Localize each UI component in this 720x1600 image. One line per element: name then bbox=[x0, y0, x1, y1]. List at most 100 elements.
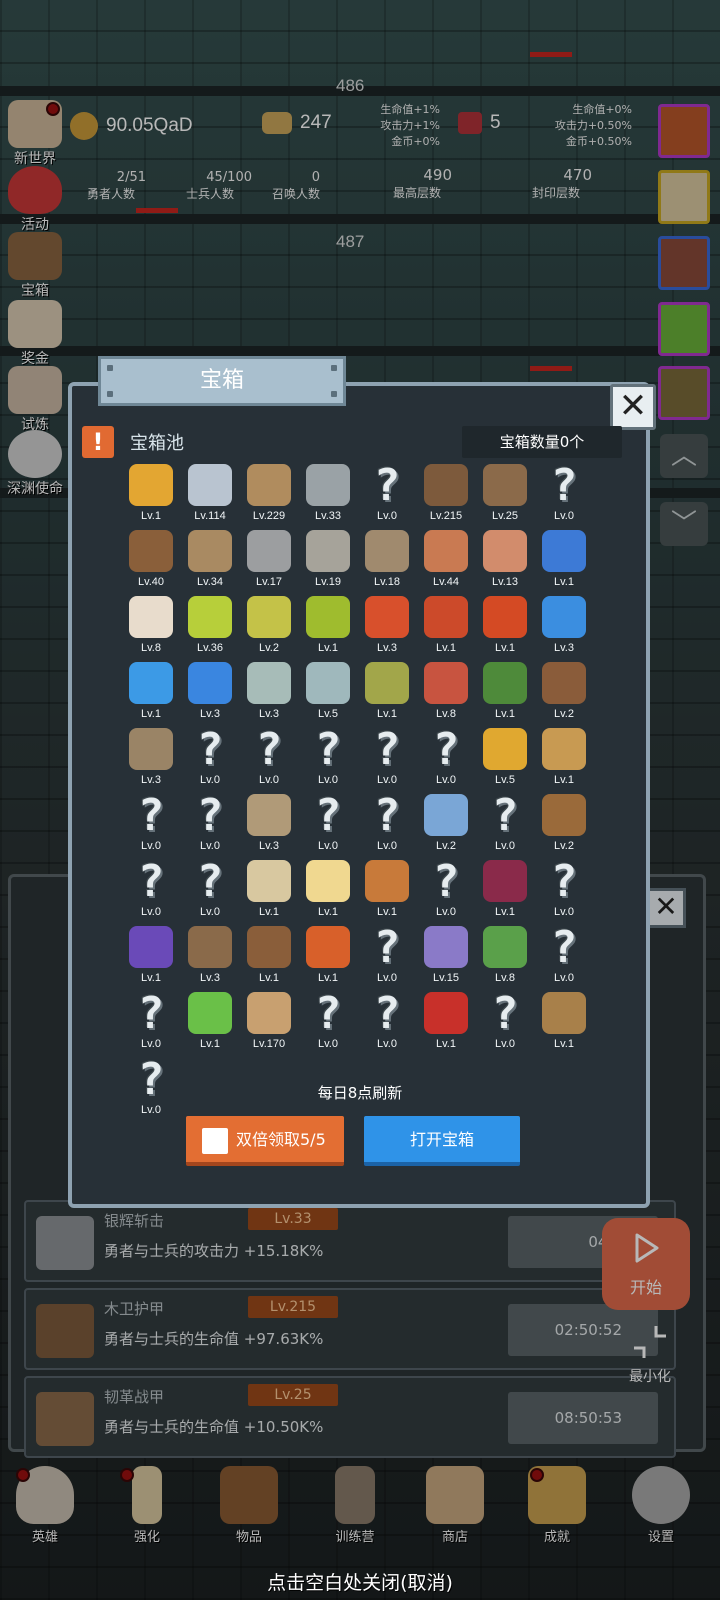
chest-item[interactable]: Lv.1 bbox=[476, 594, 534, 660]
item-level: Lv.3 bbox=[259, 840, 279, 852]
diamond-icon bbox=[188, 464, 232, 506]
chest-item[interactable]: Lv.13 bbox=[476, 528, 534, 594]
unknown-icon: ? bbox=[373, 724, 401, 775]
chest-item[interactable]: Lv.33 bbox=[299, 462, 357, 528]
unknown-icon: ? bbox=[314, 724, 342, 775]
chest-item[interactable]: Lv.8 bbox=[122, 594, 180, 660]
chest-item[interactable]: Lv.1 bbox=[122, 462, 180, 528]
chest-item[interactable]: Lv.1 bbox=[476, 660, 534, 726]
chest-item[interactable]: ? Lv.0 bbox=[299, 790, 357, 858]
club-icon bbox=[247, 860, 291, 902]
chest-item[interactable]: Lv.1 bbox=[417, 594, 475, 660]
chest-item[interactable]: ? Lv.0 bbox=[240, 724, 298, 792]
chest-item[interactable]: Lv.3 bbox=[122, 726, 180, 792]
open-chest-button[interactable]: 打开宝箱 bbox=[364, 1116, 520, 1166]
chest-item[interactable]: Lv.5 bbox=[476, 726, 534, 792]
chest-item[interactable]: Lv.1 bbox=[476, 858, 534, 924]
chest-item[interactable]: Lv.19 bbox=[299, 528, 357, 594]
chest-item[interactable]: ? Lv.0 bbox=[535, 460, 593, 528]
chest-item[interactable]: Lv.8 bbox=[476, 924, 534, 990]
chest-item[interactable]: Lv.1 bbox=[358, 660, 416, 726]
chest-item[interactable]: ? Lv.0 bbox=[122, 790, 180, 858]
potion-icon bbox=[424, 596, 468, 638]
chest-item[interactable]: Lv.3 bbox=[240, 660, 298, 726]
chest-item[interactable]: Lv.2 bbox=[417, 792, 475, 858]
chest-item[interactable]: Lv.1 bbox=[417, 990, 475, 1056]
chest-item[interactable]: Lv.15 bbox=[417, 924, 475, 990]
cube-icon bbox=[129, 926, 173, 968]
unknown-icon: ? bbox=[432, 856, 460, 907]
dialog-close-button[interactable]: ✕ bbox=[610, 384, 656, 430]
item-level: Lv.8 bbox=[436, 708, 456, 720]
chest-item[interactable]: ? Lv.0 bbox=[358, 790, 416, 858]
item-level: Lv.0 bbox=[377, 840, 397, 852]
chest-pool-title: 宝箱池 bbox=[130, 433, 184, 454]
item-level: Lv.1 bbox=[495, 906, 515, 918]
chest-item[interactable]: Lv.1 bbox=[240, 924, 298, 990]
chest-item[interactable]: ? Lv.0 bbox=[358, 988, 416, 1056]
chest-item[interactable]: ? Lv.0 bbox=[181, 724, 239, 792]
chest-item[interactable]: Lv.1 bbox=[122, 660, 180, 726]
book-icon bbox=[424, 992, 468, 1034]
armor-icon bbox=[483, 464, 527, 506]
chest-item[interactable]: ? Lv.0 bbox=[122, 856, 180, 924]
chest-item[interactable]: Lv.36 bbox=[181, 594, 239, 660]
chest-item[interactable]: Lv.229 bbox=[240, 462, 298, 528]
chest-item[interactable]: Lv.170 bbox=[240, 990, 298, 1056]
chest-item[interactable]: Lv.2 bbox=[535, 792, 593, 858]
chest-item[interactable]: Lv.3 bbox=[358, 594, 416, 660]
chest-item[interactable]: ? Lv.0 bbox=[299, 724, 357, 792]
dialog-title-text: 宝箱 bbox=[199, 368, 244, 393]
double-claim-button[interactable]: 双倍领取5/5 bbox=[186, 1116, 344, 1166]
chest-item[interactable]: ? Lv.0 bbox=[358, 460, 416, 528]
chest-item[interactable]: ? Lv.0 bbox=[181, 856, 239, 924]
chest-item[interactable]: Lv.1 bbox=[535, 528, 593, 594]
chest-item[interactable]: Lv.3 bbox=[535, 594, 593, 660]
item-level: Lv.0 bbox=[495, 1038, 515, 1050]
chest-item[interactable]: ? Lv.0 bbox=[535, 922, 593, 990]
chest-item[interactable]: Lv.3 bbox=[181, 924, 239, 990]
chest-item[interactable]: Lv.25 bbox=[476, 462, 534, 528]
chest-item[interactable]: ? Lv.0 bbox=[181, 790, 239, 858]
chest-item[interactable]: Lv.2 bbox=[535, 660, 593, 726]
chest-item[interactable]: Lv.1 bbox=[358, 858, 416, 924]
chest-item[interactable]: Lv.8 bbox=[417, 660, 475, 726]
item-level: Lv.229 bbox=[252, 510, 286, 522]
chest-item[interactable]: Lv.3 bbox=[240, 792, 298, 858]
chest-item[interactable]: Lv.34 bbox=[181, 528, 239, 594]
chest-item[interactable]: Lv.1 bbox=[299, 858, 357, 924]
chest-item[interactable]: Lv.114 bbox=[181, 462, 239, 528]
chest-item[interactable]: Lv.1 bbox=[535, 726, 593, 792]
item-level: Lv.0 bbox=[141, 1104, 161, 1116]
chest-item[interactable]: ? Lv.0 bbox=[476, 790, 534, 858]
chest-item[interactable]: Lv.1 bbox=[240, 858, 298, 924]
chest-item[interactable]: Lv.1 bbox=[122, 924, 180, 990]
cheese-icon bbox=[306, 860, 350, 902]
chest-item[interactable]: Lv.40 bbox=[122, 528, 180, 594]
item-level: Lv.3 bbox=[141, 774, 161, 786]
chest-item[interactable]: ? Lv.0 bbox=[535, 856, 593, 924]
chest-item[interactable]: Lv.44 bbox=[417, 528, 475, 594]
chest-item[interactable]: ? Lv.0 bbox=[417, 856, 475, 924]
chest-item[interactable]: Lv.3 bbox=[181, 660, 239, 726]
chest-item[interactable]: ? Lv.0 bbox=[299, 988, 357, 1056]
chest-item[interactable]: Lv.1 bbox=[181, 990, 239, 1056]
chest-item[interactable]: ? Lv.0 bbox=[417, 724, 475, 792]
chest-item[interactable]: Lv.17 bbox=[240, 528, 298, 594]
chest-item[interactable]: Lv.5 bbox=[299, 660, 357, 726]
item-level: Lv.8 bbox=[495, 972, 515, 984]
rivet bbox=[331, 391, 337, 397]
chest-item[interactable]: Lv.215 bbox=[417, 462, 475, 528]
item-level: Lv.33 bbox=[314, 510, 342, 522]
chest-item[interactable]: Lv.2 bbox=[240, 594, 298, 660]
chest-item[interactable]: Lv.18 bbox=[358, 528, 416, 594]
chest-item[interactable]: ? Lv.0 bbox=[358, 922, 416, 990]
chest-item[interactable]: ? Lv.0 bbox=[122, 988, 180, 1056]
chest-item[interactable]: ? Lv.0 bbox=[476, 988, 534, 1056]
chest-item[interactable]: ? Lv.0 bbox=[358, 724, 416, 792]
item-level: Lv.2 bbox=[436, 840, 456, 852]
unknown-icon: ? bbox=[550, 922, 578, 973]
chest-item[interactable]: Lv.1 bbox=[299, 594, 357, 660]
chest-item[interactable]: Lv.1 bbox=[299, 924, 357, 990]
chest-item[interactable]: Lv.1 bbox=[535, 990, 593, 1056]
